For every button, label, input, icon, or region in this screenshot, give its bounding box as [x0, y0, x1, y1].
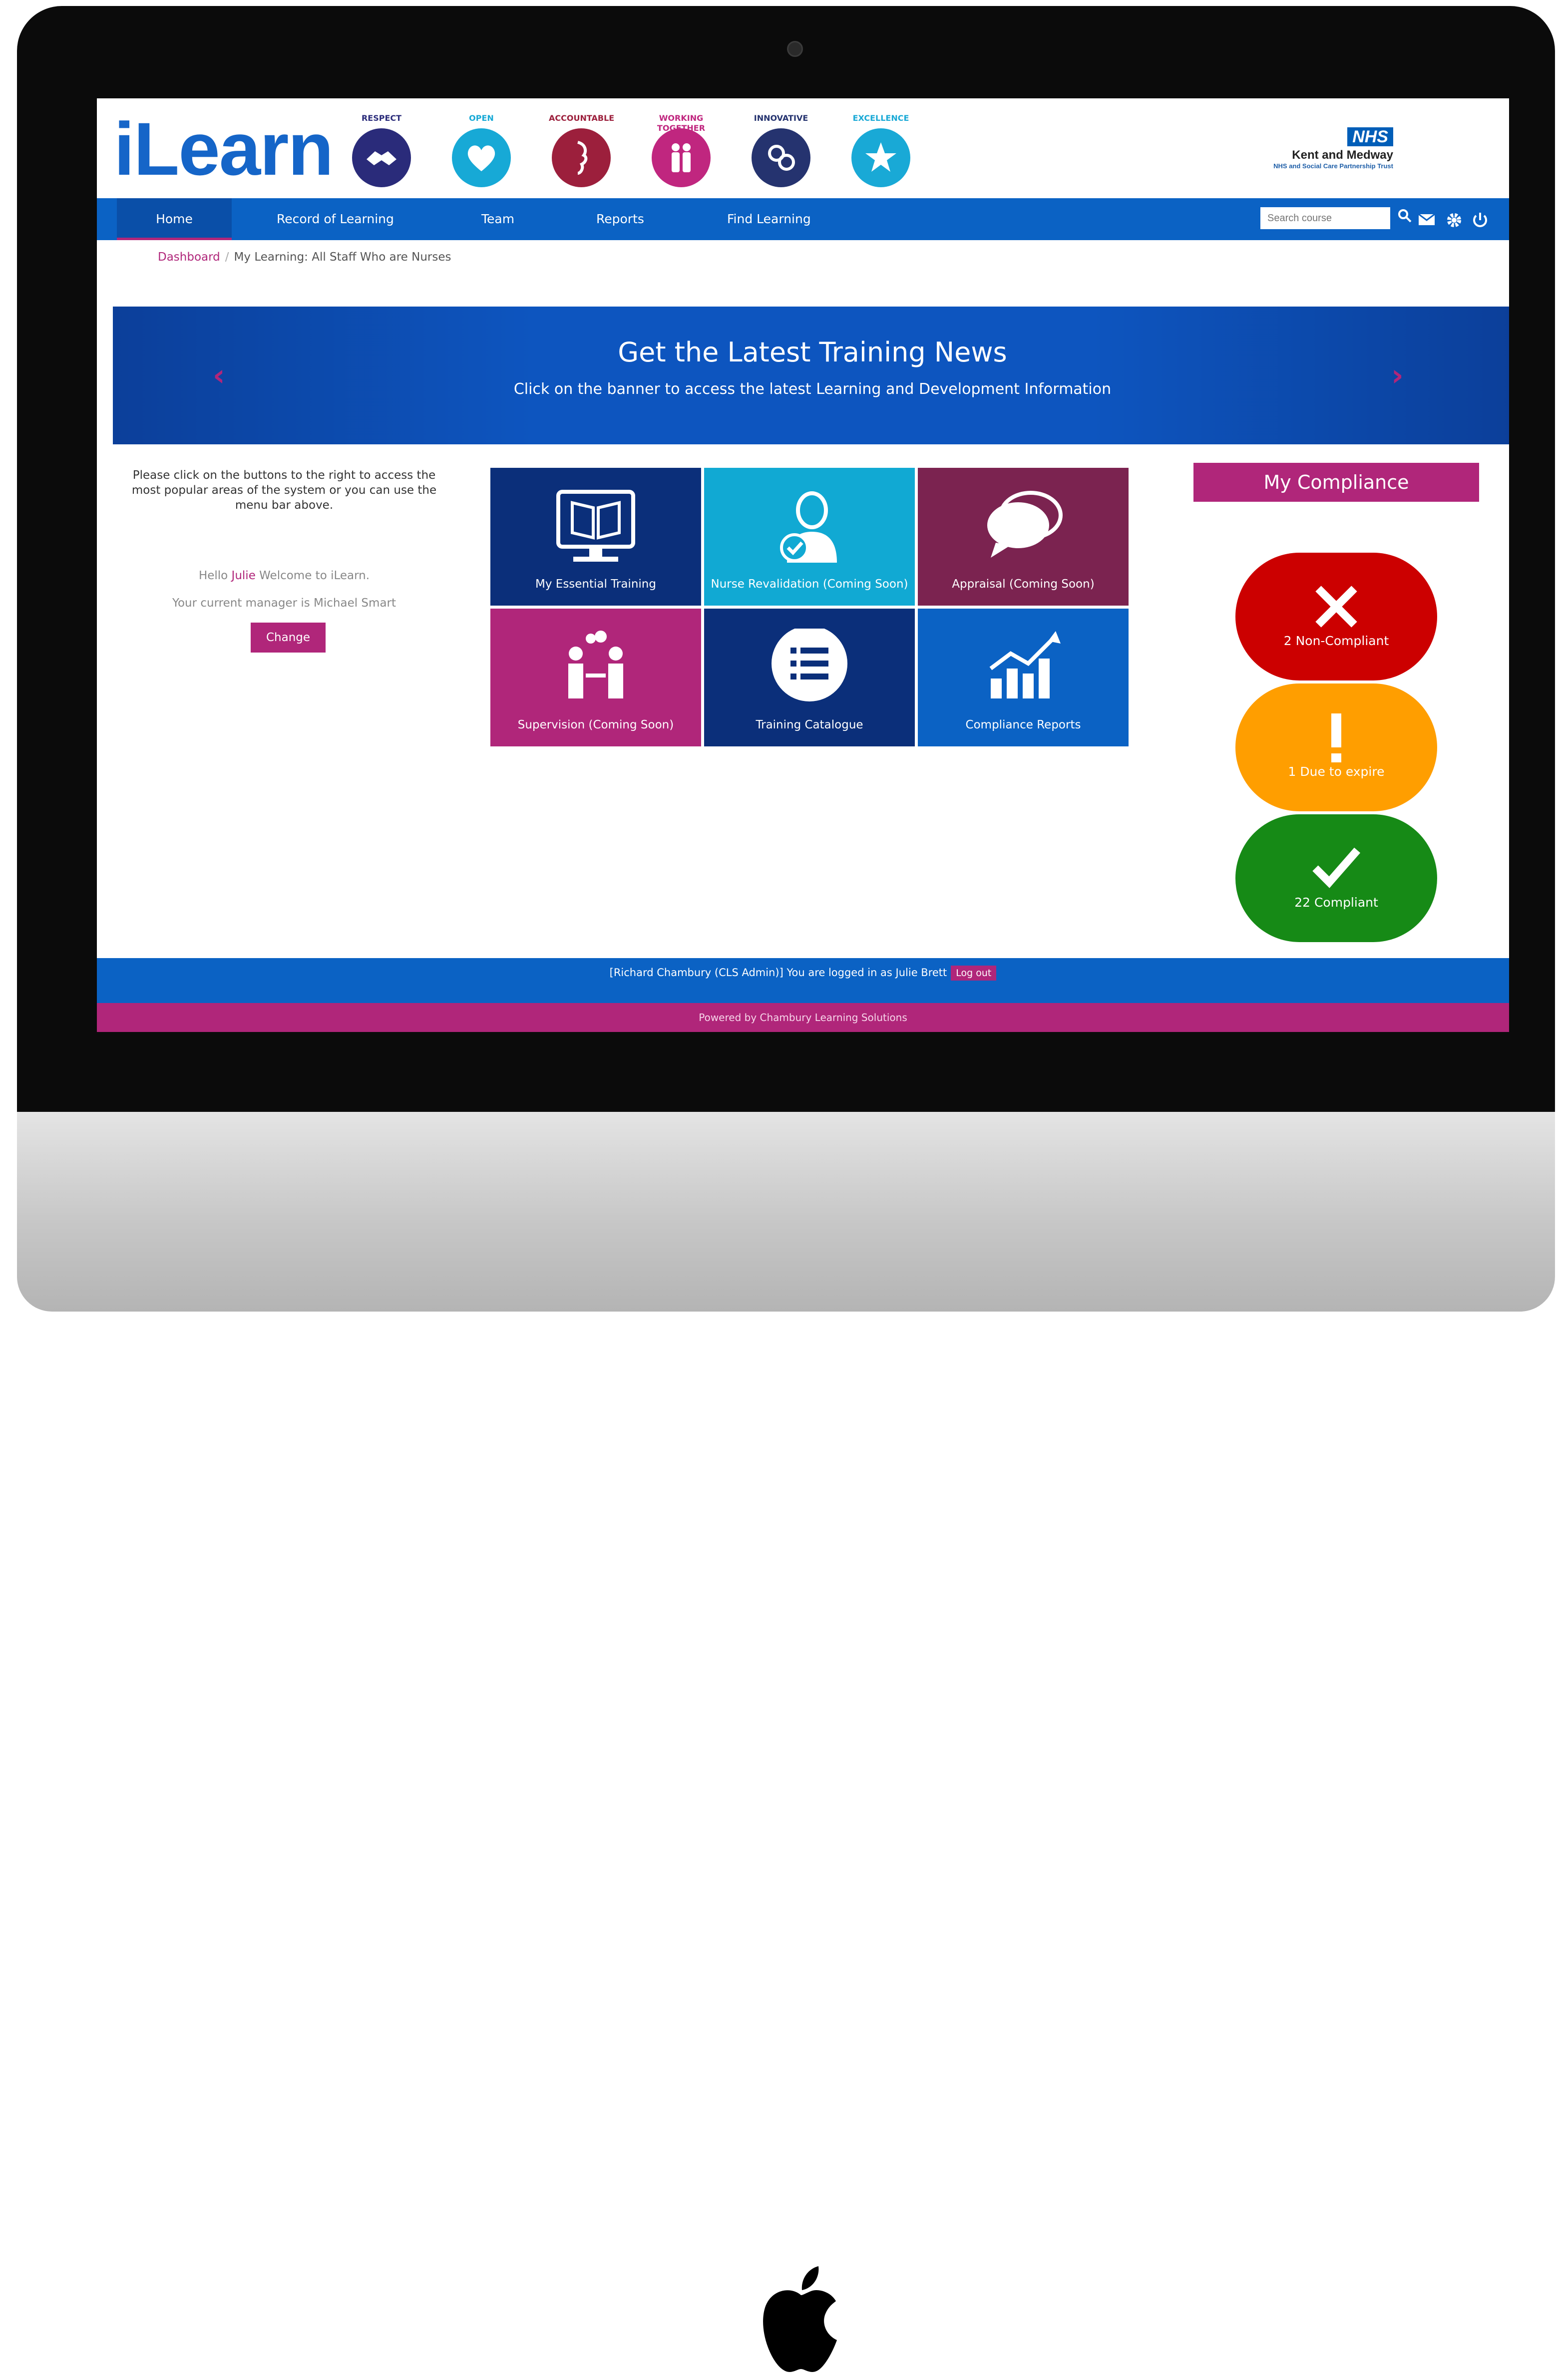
breadcrumb: Dashboard / My Learning: All Staff Who are…: [158, 251, 451, 264]
mail-icon[interactable]: [1418, 212, 1436, 227]
respect-badge: RESPECT: [349, 113, 414, 188]
tile-my-essential-training[interactable]: My Essential Training: [490, 468, 701, 606]
monitor-chin: [17, 1112, 1555, 2372]
logout-button[interactable]: Log out: [951, 966, 997, 981]
non-compliant-label: 2 Non-Compliant: [1283, 634, 1389, 648]
main-nav: Home Record of Learning Team Reports Fin…: [97, 198, 1509, 240]
breadcrumb-separator: /: [225, 251, 229, 264]
intro-text: Please click on the buttons to the right…: [131, 469, 437, 512]
powered-by-text: Powered by Chambury Learning Solutions: [699, 1012, 907, 1023]
innovative-badge: INNOVATIVE: [749, 113, 813, 188]
user-name: Julie: [231, 569, 256, 582]
nav-team[interactable]: Team: [481, 198, 514, 240]
heart-icon: [467, 145, 495, 171]
search-icon[interactable]: [1397, 208, 1412, 223]
handshake-icon: [367, 151, 396, 165]
tile-compliance-reports[interactable]: Compliance Reports: [918, 609, 1129, 746]
breadcrumb-current: My Learning: All Staff Who are Nurses: [234, 251, 451, 264]
tile-label: Compliance Reports: [965, 718, 1081, 731]
nhs-trust-logo: NHS Kent and Medway NHS and Social Care …: [1273, 127, 1393, 170]
tile-label: Training Catalogue: [756, 718, 863, 731]
growth-chart-icon: [989, 631, 1061, 698]
excellence-badge: EXCELLENCE: [848, 113, 913, 188]
nav-record-of-learning[interactable]: Record of Learning: [277, 198, 394, 240]
login-status-text: [Richard Chambury (CLS Admin)] You are l…: [609, 967, 947, 979]
power-icon[interactable]: [1471, 211, 1489, 229]
tile-nurse-revalidation[interactable]: Nurse Revalidation (Coming Soon): [704, 468, 915, 606]
my-compliance-header: My Compliance: [1193, 463, 1479, 502]
nav-find-learning[interactable]: Find Learning: [727, 198, 811, 240]
gear-icon[interactable]: [1445, 211, 1463, 229]
tile-label: Appraisal (Coming Soon): [952, 578, 1095, 591]
ilearn-logo[interactable]: iLearn: [114, 111, 334, 186]
due-to-expire-label: 1 Due to expire: [1288, 764, 1385, 779]
camera-icon: [787, 41, 803, 57]
cogs-icon: [768, 145, 795, 171]
monitor-bezel: iLearn RESPECT OPEN ACCOUNTABLE WORKING …: [17, 6, 1555, 1112]
banner-next-arrow[interactable]: ›: [1391, 360, 1404, 390]
change-manager-button[interactable]: Change: [251, 623, 326, 653]
check-icon: [1312, 847, 1361, 888]
tile-label: My Essential Training: [535, 578, 656, 591]
open-badge: OPEN: [449, 113, 514, 188]
footer-login-bar: [Richard Chambury (CLS Admin)] You are l…: [97, 958, 1509, 1003]
non-compliant-button[interactable]: 2 Non-Compliant: [1235, 553, 1437, 680]
news-banner[interactable]: ‹ Get the Latest Training News Click on …: [113, 307, 1509, 444]
people-icon: [672, 143, 691, 172]
exclamation-icon: [1331, 713, 1341, 762]
screen: iLearn RESPECT OPEN ACCOUNTABLE WORKING …: [97, 98, 1509, 1032]
cross-icon: [1315, 586, 1357, 628]
tile-supervision[interactable]: Supervision (Coming Soon): [490, 609, 701, 746]
meeting-icon: [568, 631, 623, 698]
tile-training-catalogue[interactable]: Training Catalogue: [704, 609, 915, 746]
compliant-label: 22 Compliant: [1294, 895, 1378, 910]
banner-title: Get the Latest Training News: [618, 337, 1007, 368]
breadcrumb-dashboard-link[interactable]: Dashboard: [158, 251, 220, 264]
search-course-input[interactable]: [1260, 207, 1390, 229]
working-together-badge: WORKING TOGETHER: [649, 113, 714, 188]
banner-subtitle: Click on the banner to access the latest…: [513, 380, 1112, 398]
speech-bubbles-icon: [987, 491, 1063, 558]
apple-logo-icon: [763, 2266, 837, 2372]
accountable-badge: ACCOUNTABLE: [549, 113, 614, 188]
nav-reports[interactable]: Reports: [596, 198, 644, 240]
compliant-button[interactable]: 22 Compliant: [1235, 814, 1437, 942]
star-icon: [865, 142, 896, 172]
tile-label: Supervision (Coming Soon): [517, 718, 674, 731]
site-header: iLearn RESPECT OPEN ACCOUNTABLE WORKING …: [97, 98, 1509, 198]
footer-powered-bar: Powered by Chambury Learning Solutions: [97, 1003, 1509, 1032]
nav-home[interactable]: Home: [117, 198, 232, 240]
face-profile-icon: [577, 141, 588, 175]
tile-appraisal[interactable]: Appraisal (Coming Soon): [918, 468, 1129, 606]
nurse-icon: [780, 491, 837, 563]
due-to-expire-button[interactable]: 1 Due to expire: [1235, 683, 1437, 811]
list-icon: [772, 629, 847, 701]
tile-label: Nurse Revalidation (Coming Soon): [711, 578, 908, 591]
monitor-book-icon: [556, 490, 635, 562]
greeting: Hello Julie Welcome to iLearn.: [198, 569, 370, 582]
manager-line: Your current manager is Michael Smart: [172, 597, 396, 610]
monitor-frame: iLearn RESPECT OPEN ACCOUNTABLE WORKING …: [17, 6, 1556, 2372]
